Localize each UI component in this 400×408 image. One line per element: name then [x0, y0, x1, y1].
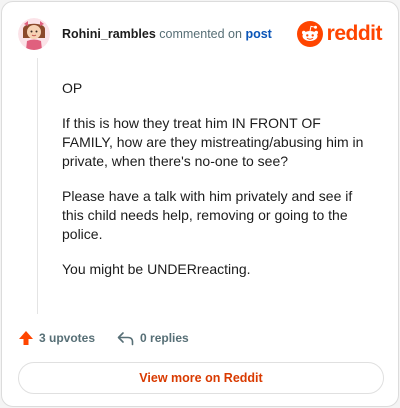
reddit-logo-icon — [296, 21, 323, 47]
comment-embed-card: Rohini_rambles commented on post reddit … — [1, 1, 399, 407]
comment-paragraph: Please have a talk with him privately an… — [62, 188, 353, 242]
upvote-action[interactable]: 3 upvotes — [18, 330, 95, 346]
reply-action[interactable]: 0 replies — [117, 331, 189, 346]
username-link[interactable]: Rohini_rambles — [62, 27, 156, 41]
reply-arrow-icon — [117, 331, 134, 345]
comment-paragraph: OP — [62, 80, 83, 96]
reply-count: 0 replies — [140, 331, 189, 345]
comment-paragraph: If this is how they treat him IN FRONT O… — [62, 115, 364, 169]
view-more-button[interactable]: View more on Reddit — [18, 362, 384, 394]
reddit-brand[interactable]: reddit — [296, 19, 383, 49]
avatar-image — [18, 18, 50, 50]
comment-body: OP If this is how they treat him IN FRON… — [62, 79, 366, 295]
commented-on-label: commented on — [159, 27, 242, 41]
comment-paragraph: You might be UNDERreacting. — [62, 261, 251, 277]
post-link[interactable]: post — [245, 27, 271, 41]
comment-actions: 3 upvotes 0 replies — [18, 328, 189, 348]
comment-attribution: Rohini_rambles commented on post — [62, 27, 272, 41]
upvote-count: 3 upvotes — [39, 331, 96, 345]
upvote-arrow-icon — [19, 331, 33, 345]
reddit-wordmark: reddit — [326, 22, 383, 45]
comment-header: Rohini_rambles commented on post reddit — [18, 18, 383, 52]
thread-line — [37, 58, 38, 314]
user-avatar[interactable] — [18, 18, 50, 50]
